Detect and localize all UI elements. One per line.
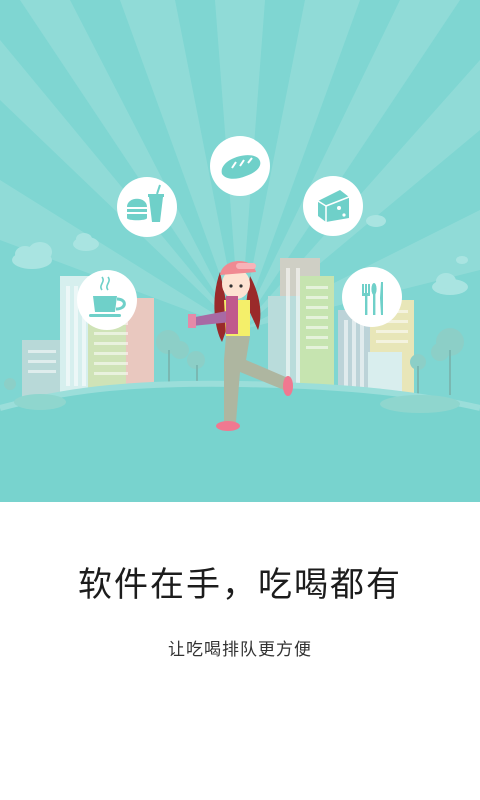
cutlery-icon (342, 267, 402, 327)
coffee-cup-icon (77, 270, 137, 330)
cake-slice-icon (303, 176, 363, 236)
city-illustration (0, 0, 480, 502)
onboarding-headline: 软件在手，吃喝都有 (78, 565, 402, 605)
burger-drink-icon (117, 177, 177, 237)
onboarding-screen: 软件在手，吃喝都有 让吃喝排队更方便 (0, 0, 480, 800)
bread-icon (210, 136, 270, 196)
hero-illustration (0, 0, 480, 502)
onboarding-subline: 让吃喝排队更方便 (168, 640, 312, 660)
